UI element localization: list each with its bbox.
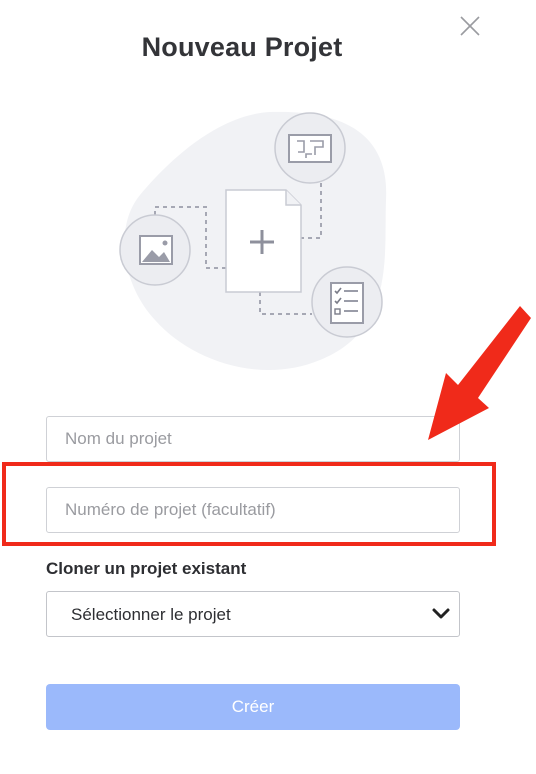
checklist-icon (311, 266, 383, 338)
dialog-title: Nouveau Projet (141, 32, 343, 62)
clone-project-label: Cloner un projet existant (46, 559, 247, 578)
image-icon (119, 214, 191, 286)
project-name-input[interactable] (46, 416, 460, 462)
new-project-illustration (119, 111, 387, 371)
create-button[interactable]: Créer (46, 684, 460, 730)
floor-plan-icon (274, 112, 346, 184)
project-number-input[interactable] (46, 487, 460, 533)
chevron-down-icon (432, 608, 450, 619)
select-value: Sélectionner le projet (71, 605, 231, 624)
new-project-dialog: Nouveau Projet Nom du projet Numéro de p… (0, 0, 536, 774)
add-document-icon (225, 189, 302, 293)
clone-project-select[interactable]: Sélectionner le projet (46, 591, 460, 637)
